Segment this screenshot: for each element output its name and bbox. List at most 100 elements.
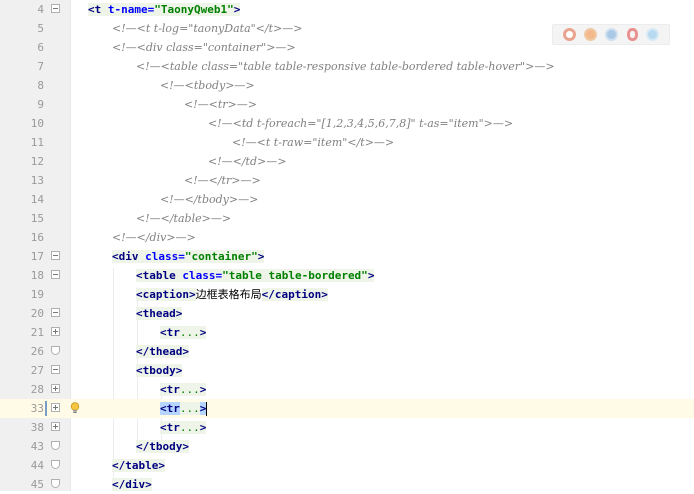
attr-name: t-name= — [107, 3, 155, 16]
code-line[interactable]: 12 <!—</td>—> — [0, 152, 694, 171]
line-number: 38 — [30, 421, 44, 434]
tag-open: <table — [136, 269, 183, 282]
tag-open: <tr — [160, 326, 180, 339]
code-line[interactable]: 7 <!—<table class="table table-responsiv… — [0, 57, 694, 76]
code-line[interactable]: 9 <!—<tr>—> — [0, 95, 694, 114]
tag-open: <tbody> — [136, 364, 183, 377]
code-line[interactable]: 18 <table class="table table-bordered"> — [0, 266, 694, 285]
line-number: 21 — [30, 326, 44, 339]
attr-value: "TaonyQweb1" — [154, 3, 234, 16]
code-line[interactable]: 13 <!—</tr>—> — [0, 171, 694, 190]
line-number: 27 — [30, 364, 44, 377]
line-number: 9 — [37, 98, 44, 111]
comment: <!—<tr>—> — [184, 98, 257, 111]
code-line[interactable]: 8 <!—<tbody>—> — [0, 76, 694, 95]
code-line[interactable]: 26 </thead> — [0, 342, 694, 361]
fold-expand-icon[interactable] — [51, 403, 60, 412]
line-number: 17 — [30, 250, 44, 263]
line-number: 8 — [37, 79, 44, 92]
comment: <!—<t t-log="taonyData"</t>—> — [112, 22, 303, 35]
fold-toggle-icon[interactable] — [51, 365, 60, 374]
tag-close: > — [367, 269, 375, 282]
comment: <!—</tr>—> — [184, 174, 261, 187]
tag-open: <tr — [160, 421, 180, 434]
fold-expand-icon[interactable] — [51, 384, 60, 393]
tag-close: </tbody> — [136, 440, 189, 453]
code-line[interactable]: 19 <caption>边框表格布局</caption> — [0, 285, 694, 304]
fold-toggle-icon[interactable] — [51, 308, 60, 317]
line-number: 16 — [30, 231, 44, 244]
code-line[interactable]: 5 <!—<t t-log="taonyData"</t>—> — [0, 19, 694, 38]
tag-close: </caption> — [261, 288, 328, 301]
fold-toggle-icon[interactable] — [51, 270, 60, 279]
code-line[interactable]: 44 </table> — [0, 456, 694, 475]
code-line[interactable]: 20 <thead> — [0, 304, 694, 323]
line-number: 10 — [30, 117, 44, 130]
folded-region[interactable]: ... — [179, 421, 200, 434]
line-number: 5 — [37, 22, 44, 35]
code-line[interactable]: 28 <tr...> — [0, 380, 694, 399]
comment: <!—<table class="table table-responsive … — [136, 60, 555, 73]
code-line[interactable]: 27 <tbody> — [0, 361, 694, 380]
line-number: 19 — [30, 288, 44, 301]
tag-close: > — [199, 326, 207, 339]
fold-end-icon[interactable] — [51, 441, 60, 450]
comment: <!—</tbody>—> — [160, 193, 259, 206]
code-line[interactable]: 21 <tr...> — [0, 323, 694, 342]
tag-close-selected: > — [199, 402, 207, 415]
code-line[interactable]: 15 <!—</table>—> — [0, 209, 694, 228]
code-line[interactable]: 38 <tr...> — [0, 418, 694, 437]
line-number: 45 — [30, 478, 44, 491]
line-number: 12 — [30, 155, 44, 168]
line-number: 26 — [30, 345, 44, 358]
comment: <!—<tbody>—> — [160, 79, 255, 92]
line-number: 15 — [30, 212, 44, 225]
lightbulb-icon[interactable] — [70, 402, 80, 414]
attr-value: "table table-bordered" — [222, 269, 368, 282]
code-line-current[interactable]: 33 <tr...> — [0, 399, 694, 418]
tag-close: </thead> — [136, 345, 189, 358]
attr-value: "container" — [184, 250, 258, 263]
line-number: 28 — [30, 383, 44, 396]
folded-region[interactable]: ... — [179, 402, 200, 415]
line-number: 7 — [37, 60, 44, 73]
fold-expand-icon[interactable] — [51, 422, 60, 431]
tag-close: > — [199, 383, 207, 396]
tag-open: <caption> — [136, 288, 196, 301]
fold-expand-icon[interactable] — [51, 327, 60, 336]
code-line[interactable]: 45 </div> — [0, 475, 694, 494]
tag-close: > — [199, 421, 207, 434]
code-line[interactable]: 10 <!—<td t-foreach="[1,2,3,4,5,6,7,8]" … — [0, 114, 694, 133]
tag-close: </table> — [112, 459, 165, 472]
code-line[interactable]: 16 <!—</div>—> — [0, 228, 694, 247]
code-line[interactable]: 6 <!—<div class="container">—> — [0, 38, 694, 57]
fold-end-icon[interactable] — [51, 346, 60, 355]
line-number: 13 — [30, 174, 44, 187]
line-number: 44 — [30, 459, 44, 472]
code-line[interactable]: 11 <!—<t t-raw="item"</t>—> — [0, 133, 694, 152]
comment: <!—</table>—> — [136, 212, 232, 225]
folded-region[interactable]: ... — [179, 383, 200, 396]
text-caret — [206, 402, 208, 416]
fold-toggle-icon[interactable] — [51, 251, 60, 260]
line-number: 43 — [30, 440, 44, 453]
code-line[interactable]: 14 <!—</tbody>—> — [0, 190, 694, 209]
code-line[interactable]: 43 </tbody> — [0, 437, 694, 456]
fold-end-icon[interactable] — [51, 460, 60, 469]
code-line[interactable]: 17 <div class="container"> — [0, 247, 694, 266]
tag-open-selected: <tr — [160, 402, 180, 415]
tag-open: <thead> — [136, 307, 183, 320]
fold-toggle-icon[interactable] — [51, 4, 60, 13]
tag-open: <t — [88, 3, 108, 16]
attr-name: class= — [182, 269, 223, 282]
fold-end-icon[interactable] — [51, 479, 60, 488]
code-line[interactable]: 4 <t t-name="TaonyQweb1"> — [0, 0, 694, 19]
comment: <!—</div>—> — [112, 231, 196, 244]
folded-region[interactable]: ... — [179, 326, 200, 339]
line-number: 18 — [30, 269, 44, 282]
line-number: 33 — [30, 402, 44, 415]
line-number: 4 — [37, 3, 44, 16]
line-number: 6 — [37, 41, 44, 54]
comment: <!—<td t-foreach="[1,2,3,4,5,6,7,8]" t-a… — [208, 117, 514, 130]
attr-name: class= — [145, 250, 185, 263]
